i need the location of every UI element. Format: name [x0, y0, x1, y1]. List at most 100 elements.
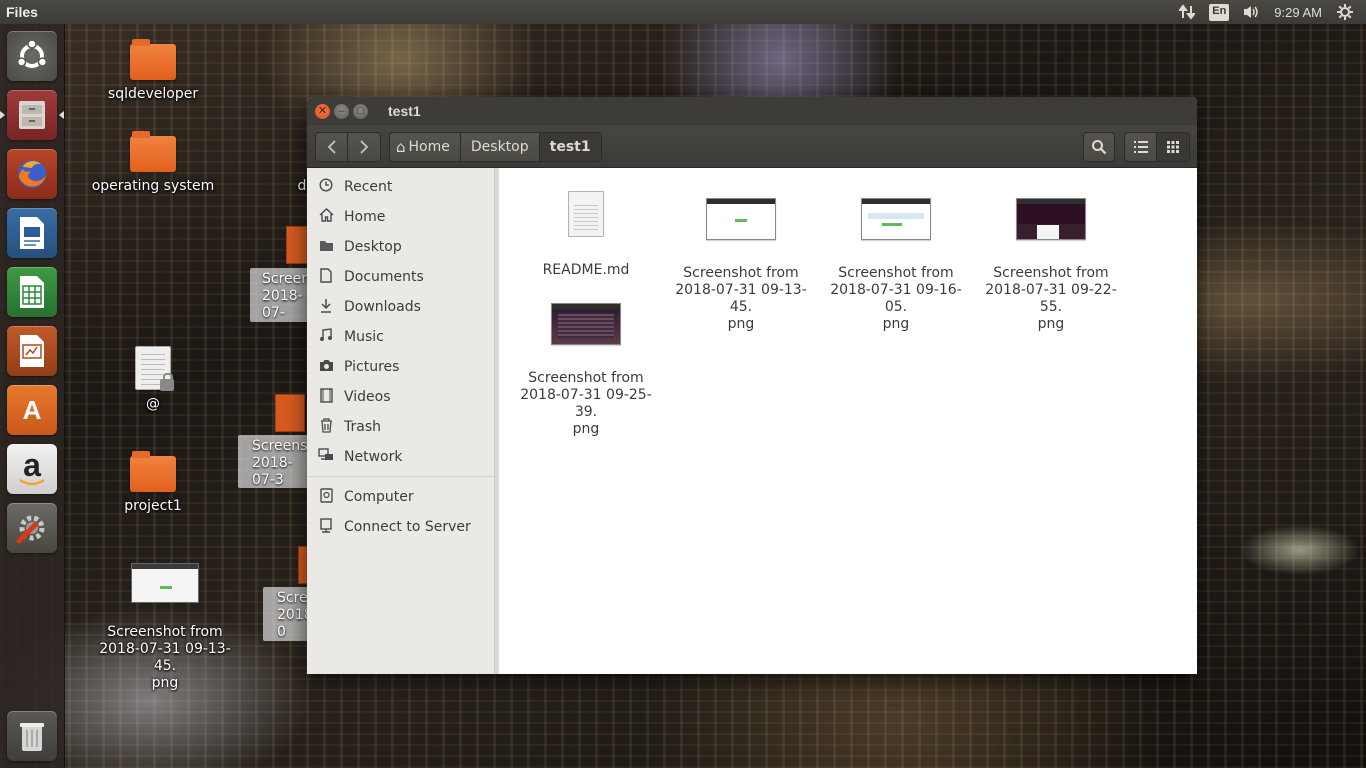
sidebar-item-label: Network	[344, 449, 403, 465]
breadcrumb-home[interactable]: ⌂ Home	[390, 133, 461, 161]
sidebar-item-label: Connect to Server	[344, 519, 471, 535]
grid-view-button[interactable]	[1157, 133, 1189, 161]
server-icon	[317, 517, 335, 537]
list-view-button[interactable]	[1125, 133, 1157, 161]
app-menu-title[interactable]: Files	[6, 4, 38, 20]
file-view[interactable]: README.md Screenshot from 2018-07-31 09-…	[495, 168, 1197, 674]
sidebar-item-documents[interactable]: Documents	[307, 262, 494, 292]
chevron-right-icon	[360, 140, 369, 154]
lock-icon	[160, 373, 174, 391]
minimize-icon[interactable]: –	[334, 103, 349, 119]
breadcrumb-current-label: test1	[549, 139, 591, 155]
file-item-screenshot-3[interactable]: Screenshot from 2018-07-31 09-22-55. png	[976, 181, 1126, 350]
ubuntu-logo-icon[interactable]	[7, 31, 57, 81]
image-thumbnail	[551, 303, 621, 345]
locked-document-icon	[135, 346, 174, 391]
forward-button[interactable]	[348, 133, 380, 161]
home-icon: ⌂	[396, 138, 406, 156]
desktop-folder-project1[interactable]: project1	[110, 451, 196, 515]
focused-indicator	[59, 111, 64, 119]
chevron-left-icon	[327, 140, 336, 154]
header-toolbar: ⌂ Home Desktop test1	[307, 125, 1197, 168]
sidebar-item-recent[interactable]: Recent	[307, 172, 494, 202]
network-icon	[317, 448, 335, 466]
sidebar-item-label: Music	[344, 329, 384, 345]
amazon-icon[interactable]: a	[7, 444, 57, 494]
sidebar-item-connect-to-server[interactable]: Connect to Server	[307, 512, 494, 542]
desktop-icon-label: project1	[124, 498, 182, 514]
clock[interactable]: 9:29 AM	[1266, 0, 1330, 24]
image-thumbnail	[1016, 198, 1086, 240]
file-item-screenshot-2[interactable]: Screenshot from 2018-07-31 09-16-05. png	[821, 181, 971, 350]
grid-view-icon	[1167, 141, 1179, 153]
file-cabinet-icon[interactable]	[7, 90, 57, 140]
music-icon	[317, 328, 335, 346]
computer-icon	[317, 487, 335, 507]
sidebar-item-label: Desktop	[344, 239, 402, 255]
breadcrumb-desktop[interactable]: Desktop	[461, 133, 540, 161]
folder-icon	[130, 39, 176, 80]
breadcrumb: ⌂ Home Desktop test1	[389, 132, 602, 162]
software-center-letter: A	[22, 394, 42, 425]
wrench-gear-icon[interactable]	[7, 503, 57, 553]
history-nav	[315, 132, 381, 162]
running-indicator	[0, 111, 5, 119]
sidebar-item-label: Videos	[344, 389, 391, 405]
sidebar-item-pictures[interactable]: Pictures	[307, 352, 494, 382]
maximize-icon[interactable]: □	[353, 103, 368, 119]
file-name: Screenshot from 2018-07-31 09-16-05. png	[830, 265, 962, 332]
network-transfer-icon[interactable]	[1172, 0, 1202, 24]
trash-icon[interactable]	[7, 711, 57, 761]
file-name: README.md	[542, 262, 630, 278]
keyboard-language-indicator[interactable]: En	[1202, 0, 1236, 24]
firefox-icon[interactable]	[7, 149, 57, 199]
sidebar-item-network[interactable]: Network	[307, 442, 494, 472]
window-body: Recent Home Desktop Documents Downloads …	[307, 168, 1197, 674]
sidebar-item-music[interactable]: Music	[307, 322, 494, 352]
sidebar-item-home[interactable]: Home	[307, 202, 494, 232]
search-group	[1083, 132, 1115, 162]
desktop-folder-sqldeveloper[interactable]: sqldeveloper	[100, 39, 206, 103]
file-item-screenshot-4[interactable]: Screenshot from 2018-07-31 09-25-39. png	[511, 286, 661, 455]
sidebar-item-label: Trash	[344, 419, 381, 435]
sidebar-item-videos[interactable]: Videos	[307, 382, 494, 412]
desktop-ghost-item[interactable]: Screens 2018-07-3 p	[238, 435, 308, 488]
libreoffice-writer-icon[interactable]	[7, 208, 57, 258]
home-icon	[317, 208, 335, 226]
window-titlebar[interactable]: ✕ – □ test1	[307, 97, 1197, 125]
close-icon[interactable]: ✕	[315, 103, 330, 119]
sidebar-item-label: Downloads	[344, 299, 421, 315]
volume-icon[interactable]	[1236, 0, 1266, 24]
breadcrumb-current[interactable]: test1	[539, 133, 601, 161]
sidebar-item-desktop[interactable]: Desktop	[307, 232, 494, 262]
folder-icon	[317, 239, 335, 256]
back-button[interactable]	[316, 133, 348, 161]
sidebar-item-downloads[interactable]: Downloads	[307, 292, 494, 322]
download-icon	[317, 298, 335, 317]
desktop-folder-operating-system[interactable]: operating system	[88, 131, 218, 195]
libreoffice-impress-icon[interactable]	[7, 326, 57, 376]
system-gear-icon[interactable]	[1330, 0, 1360, 24]
desktop-ghost-item[interactable]: Scree 2018-0	[263, 587, 308, 641]
sidebar-item-computer[interactable]: Computer	[307, 482, 494, 512]
indicator-area: En 9:29 AM	[1172, 0, 1360, 24]
sidebar-item-label: Pictures	[344, 359, 400, 375]
top-panel: Files En 9:29 AM	[0, 0, 1366, 24]
image-thumbnail	[131, 563, 199, 603]
breadcrumb-desktop-label: Desktop	[470, 139, 529, 155]
camera-icon	[317, 359, 335, 376]
file-item-readme[interactable]: README.md	[511, 174, 661, 296]
sidebar-item-trash[interactable]: Trash	[307, 412, 494, 442]
image-thumbnail	[706, 198, 776, 240]
desktop-file-at[interactable]: @	[120, 346, 186, 413]
libreoffice-calc-icon[interactable]	[7, 267, 57, 317]
search-button[interactable]	[1084, 133, 1114, 161]
ghost-label: Scree 2018-0	[277, 590, 308, 640]
desktop-ghost-item[interactable]: Screen 2018-07-	[250, 268, 308, 322]
desktop-file-screenshot[interactable]: Screenshot from 2018-07-31 09-13-45. png	[90, 546, 240, 709]
file-name: Screenshot from 2018-07-31 09-13-45. png	[675, 265, 807, 332]
desktop-icon-label: sqldeveloper	[107, 86, 199, 102]
file-item-screenshot-1[interactable]: Screenshot from 2018-07-31 09-13-45. png	[666, 181, 816, 350]
shopping-bag-icon[interactable]: A	[7, 385, 57, 435]
view-toggle-group	[1124, 132, 1190, 162]
